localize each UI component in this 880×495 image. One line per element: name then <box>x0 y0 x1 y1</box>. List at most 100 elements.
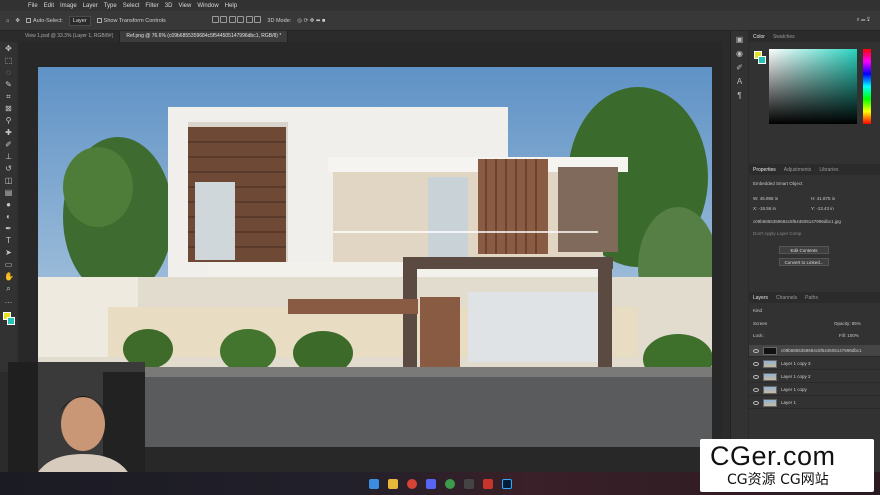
menu-file[interactable]: File <box>28 3 38 9</box>
edit-contents-button[interactable]: Edit Contents <box>779 246 829 254</box>
move-tool-icon[interactable]: ✥ <box>4 44 13 53</box>
opacity-row[interactable]: Opacity: 85% <box>834 321 861 326</box>
w-value[interactable]: 45.958 in <box>760 196 779 201</box>
marquee-tool-icon[interactable]: ⬚ <box>4 56 13 65</box>
hue-slider[interactable] <box>863 49 871 124</box>
frame-tool-icon[interactable]: ⊠ <box>4 104 13 113</box>
width-row[interactable]: W: 45.958 in <box>753 196 778 201</box>
y-row[interactable]: Y: -13.43 in <box>811 206 834 211</box>
tab-properties[interactable]: Properties <box>753 167 776 173</box>
x-value[interactable]: -15.56 in <box>759 206 777 211</box>
shape-tool-icon[interactable]: ▭ <box>4 260 13 269</box>
start-icon[interactable] <box>368 478 379 489</box>
height-row[interactable]: H: 41.875 in <box>811 196 835 201</box>
layer-row[interactable]: c09b6855359684c5f544505147996dbc1 <box>749 345 880 357</box>
layer-row[interactable]: Layer 1 copy <box>749 384 880 396</box>
discord-icon[interactable] <box>425 478 436 489</box>
tab-channels[interactable]: Channels <box>776 295 797 301</box>
auto-select-checkbox[interactable]: Auto-Select: <box>25 18 63 24</box>
visibility-eye-icon[interactable] <box>753 374 759 379</box>
chrome-icon[interactable] <box>444 478 455 489</box>
layer-thumbnail <box>763 346 777 355</box>
fill-value[interactable]: 100% <box>847 333 859 338</box>
gradient-icon[interactable]: ▤ <box>4 188 13 197</box>
opacity-value[interactable]: 85% <box>852 321 861 326</box>
menu-view[interactable]: View <box>178 3 191 9</box>
blend-mode-dropdown[interactable]: Screen <box>753 321 767 326</box>
menu-window[interactable]: Window <box>197 3 218 9</box>
convert-to-linked-button[interactable]: Convert to Linked... <box>779 258 829 266</box>
menu-layer[interactable]: Layer <box>83 3 98 9</box>
glyphs-icon[interactable]: A <box>735 77 745 87</box>
more-tools-icon[interactable]: … <box>4 296 13 305</box>
stamp-icon[interactable]: ⊥ <box>4 152 13 161</box>
y-value[interactable]: -13.43 in <box>816 206 834 211</box>
visibility-eye-icon[interactable] <box>753 348 759 353</box>
layer-row[interactable]: Layer 1 copy 3 <box>749 358 880 370</box>
brush-settings-icon[interactable]: ✐ <box>735 63 745 73</box>
paragraph-icon[interactable]: ¶ <box>735 91 745 101</box>
tab-paths[interactable]: Paths <box>805 295 818 301</box>
crop-tool-icon[interactable]: ⌗ <box>4 92 13 101</box>
visibility-eye-icon[interactable] <box>753 400 759 405</box>
tab-layers[interactable]: Layers <box>753 295 768 301</box>
eyedropper-icon[interactable]: ⚲ <box>4 116 13 125</box>
app-icon[interactable] <box>463 478 474 489</box>
auto-select-dropdown[interactable]: Layer <box>68 15 91 26</box>
healing-icon[interactable]: ✚ <box>4 128 13 137</box>
3d-mode-icons[interactable]: ◎ ⟳ ✥ ⬌ ■ <box>297 18 325 24</box>
history-brush-icon[interactable]: ↺ <box>4 164 13 173</box>
lasso-tool-icon[interactable]: ◌ <box>4 68 13 77</box>
tab-view1[interactable]: View 1.psd @ 33.3% (Layer 1, RGB/8#) <box>19 31 121 42</box>
fill-row[interactable]: Fill: 100% <box>839 333 859 338</box>
chrome-icon[interactable] <box>406 478 417 489</box>
menu-3d[interactable]: 3D <box>165 3 173 9</box>
menu-select[interactable]: Select <box>123 3 140 9</box>
dodge-icon[interactable]: ◐ <box>4 212 13 221</box>
menu-image[interactable]: Image <box>60 3 77 9</box>
brush-icon[interactable]: ✐ <box>4 140 13 149</box>
hand-tool-icon[interactable]: ✋ <box>4 272 14 281</box>
tab-swatches[interactable]: Swatches <box>773 34 795 40</box>
menu-help[interactable]: Help <box>225 3 237 9</box>
menu-edit[interactable]: Edit <box>44 3 54 9</box>
photoshop-icon[interactable] <box>501 478 512 489</box>
history-icon[interactable]: ▣ <box>735 35 745 45</box>
visibility-eye-icon[interactable] <box>753 361 759 366</box>
move-tool-icon[interactable]: ✥ <box>15 18 20 24</box>
right-panels: Color Swatches Properties Adjustments Li… <box>749 31 880 472</box>
type-tool-icon[interactable]: T <box>4 236 13 245</box>
visibility-eye-icon[interactable] <box>753 387 759 392</box>
align-icons[interactable] <box>211 16 262 25</box>
layer-comp-dropdown[interactable]: Don't Apply Layer Comp <box>753 231 801 236</box>
home-icon[interactable]: ⌂ <box>6 18 9 24</box>
blur-icon[interactable]: ● <box>4 200 13 209</box>
webcam-overlay <box>8 362 145 482</box>
tab-libraries[interactable]: Libraries <box>819 167 838 173</box>
layer-row[interactable]: Layer 1 <box>749 397 880 409</box>
tab-color[interactable]: Color <box>753 34 765 40</box>
tab-adjustments[interactable]: Adjustments <box>784 167 812 173</box>
app-icon[interactable] <box>482 478 493 489</box>
menu-type[interactable]: Type <box>104 3 117 9</box>
zoom-tool-icon[interactable]: ⌕ <box>4 284 13 293</box>
h-value[interactable]: 41.875 in <box>817 196 836 201</box>
color-field[interactable] <box>769 49 857 124</box>
layer-row[interactable]: Layer 1 copy 2 <box>749 371 880 383</box>
kind-filter[interactable]: Kind <box>753 308 762 313</box>
menu-filter[interactable]: Filter <box>145 3 158 9</box>
picker-background-swatch[interactable] <box>758 56 766 64</box>
x-row[interactable]: X: -15.56 in <box>753 206 776 211</box>
path-select-icon[interactable]: ➤ <box>4 248 13 257</box>
y-label: Y: <box>811 206 816 211</box>
eraser-icon[interactable]: ◫ <box>4 176 13 185</box>
tab-ref[interactable]: Ref.png @ 76.6% (c09b6855359684c5f544505… <box>120 31 289 42</box>
lock-label: Lock: <box>753 333 764 338</box>
pen-icon[interactable]: ✒ <box>4 224 13 233</box>
files-icon[interactable] <box>387 478 398 489</box>
quick-select-icon[interactable]: ✎ <box>4 80 13 89</box>
color-icon[interactable]: ◉ <box>735 49 745 59</box>
workspace-icons[interactable]: ⌕ ▭ ⇪ <box>857 17 870 24</box>
transform-checkbox[interactable]: Show Transform Controls <box>96 18 166 24</box>
background-color-swatch[interactable] <box>7 317 15 325</box>
